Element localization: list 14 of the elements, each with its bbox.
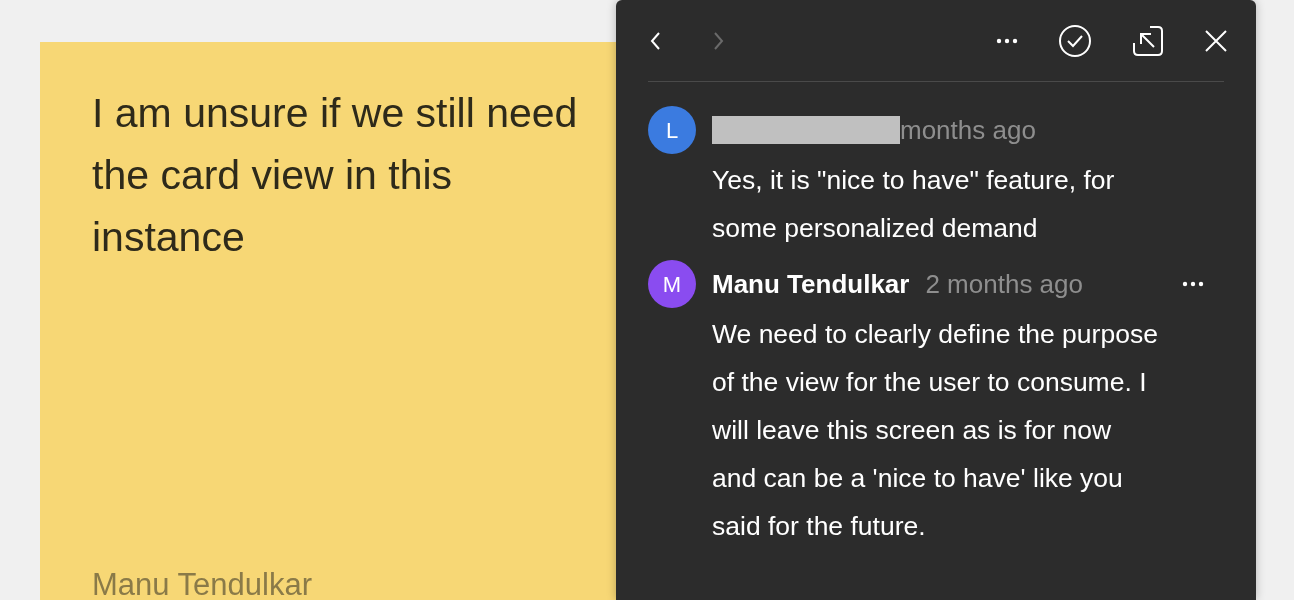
comment-text: We need to clearly define the purpose of the view for the user to consume. I will leave this screen as is for now and can be a 'nice to have' like you said for the future. [712, 318, 1159, 543]
comment-time: months ago [900, 113, 1036, 147]
more-icon[interactable] [996, 37, 1018, 44]
note-text: I am unsure if we still need the card view in this instance [92, 89, 579, 262]
comment-time: 2 months ago [925, 267, 1083, 301]
comment-text: Yes, it is "nice to have" feature, for some personalized demand [712, 164, 1116, 245]
author-name: Manu Tendulkar [712, 267, 910, 301]
note-author: Manu Tendulkar [92, 569, 313, 600]
avatar: L [648, 106, 696, 154]
check-circle-icon[interactable] [1058, 23, 1092, 58]
collapse-icon[interactable] [1132, 24, 1164, 57]
close-icon[interactable] [1204, 28, 1228, 53]
avatar: M [648, 260, 696, 308]
more-icon[interactable] [1182, 281, 1204, 287]
